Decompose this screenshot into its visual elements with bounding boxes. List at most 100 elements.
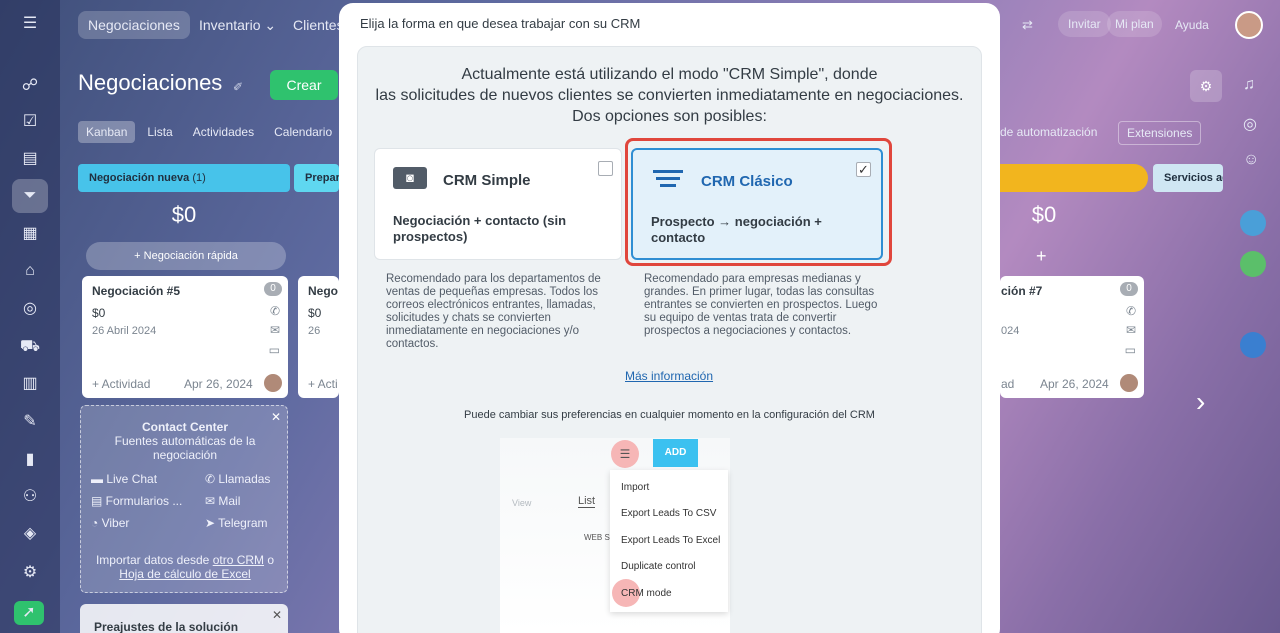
- deal-date-short: Apr 26, 2024: [1040, 377, 1109, 391]
- simple-description: Recomendado para los departamentos de ve…: [386, 273, 601, 350]
- crm-icon[interactable]: ⏷: [12, 179, 48, 213]
- menu-item-import[interactable]: Import: [621, 482, 649, 493]
- feed-icon[interactable]: ☍: [18, 74, 42, 98]
- item-label: Formularios ...: [105, 494, 183, 508]
- tab-kanban[interactable]: Kanban: [78, 121, 136, 143]
- deal-card[interactable]: ción #7 0 024 ✆ ✉ ▭ ad Apr 26, 2024: [1000, 276, 1144, 398]
- chevron-right-icon[interactable]: ›: [1196, 386, 1205, 418]
- more-info-link[interactable]: Más información: [625, 369, 713, 383]
- column-count: (1): [192, 172, 206, 184]
- help-button[interactable]: Ayuda: [1175, 18, 1209, 32]
- simple-checkbox[interactable]: [598, 161, 613, 176]
- deal-title[interactable]: Negociación #5: [92, 284, 180, 298]
- deal-card[interactable]: Nego $0 26 + Acti: [298, 276, 339, 398]
- other-crm-link[interactable]: otro CRM: [213, 553, 264, 567]
- column-sum: $0: [1031, 202, 1057, 227]
- menu-item-crm-mode[interactable]: CRM mode: [621, 588, 672, 599]
- store-icon[interactable]: ⌂: [18, 259, 42, 283]
- quick-deal-button[interactable]: + Negociación rápida: [86, 242, 286, 270]
- responsible-avatar[interactable]: [264, 374, 282, 392]
- crm-simple-option[interactable]: ◙ CRM Simple Negociación + contacto (sin…: [374, 148, 622, 260]
- create-button[interactable]: Crear: [270, 70, 338, 100]
- column-sum: $0: [171, 202, 197, 227]
- phone-icon[interactable]: ✆: [1126, 304, 1136, 318]
- extensions-button[interactable]: Extensiones: [1118, 121, 1202, 145]
- app-icon[interactable]: [1240, 210, 1266, 236]
- viber-item[interactable]: ◔ Viber: [91, 516, 129, 530]
- contacts-icon[interactable]: ▤: [18, 147, 42, 171]
- calendar-icon[interactable]: ▦: [18, 222, 42, 246]
- menu-item-export-csv[interactable]: Export Leads To CSV: [621, 508, 716, 519]
- deal-counter-badge: 0: [1120, 282, 1138, 296]
- plus-icon[interactable]: +: [1036, 246, 1047, 267]
- deal-date: 024: [1001, 325, 1020, 337]
- mail-icon: ✉: [205, 494, 219, 508]
- bell-icon[interactable]: ♫: [1243, 76, 1255, 94]
- app-icon[interactable]: [1240, 332, 1266, 358]
- tab-clientes[interactable]: Clientes: [293, 17, 339, 33]
- chat-icon[interactable]: ▭: [269, 343, 280, 357]
- analytics-icon[interactable]: ▮: [18, 448, 42, 472]
- pen-icon[interactable]: ✎: [18, 410, 42, 434]
- add-activity-link[interactable]: + Actividad: [92, 377, 150, 391]
- phone-icon[interactable]: ✆: [270, 304, 280, 318]
- document-icon[interactable]: ▥: [18, 372, 42, 396]
- responsible-avatar[interactable]: [1120, 374, 1138, 392]
- classic-checkbox[interactable]: ✓: [856, 162, 871, 177]
- telegram-item[interactable]: ➤ Telegram: [205, 516, 268, 530]
- rocket-icon[interactable]: ➚: [14, 601, 44, 625]
- close-icon[interactable]: ✕: [272, 608, 282, 622]
- settings-icon[interactable]: ⚙: [18, 561, 42, 585]
- list-menu-button[interactable]: ☰: [611, 440, 639, 468]
- excel-link[interactable]: Hoja de cálculo de Excel: [119, 567, 250, 581]
- mail-item[interactable]: ✉ Mail: [205, 494, 240, 508]
- contact-center-subtitle: Fuentes automáticas de la negociación: [114, 434, 256, 462]
- menu-item-export-excel[interactable]: Export Leads To Excel: [621, 535, 720, 546]
- classic-description: Recomendado para empresas medianas y gra…: [644, 273, 878, 337]
- calls-item[interactable]: ✆ Llamadas: [205, 472, 270, 486]
- phone-icon: ✆: [205, 472, 219, 486]
- import-or: o: [267, 553, 275, 567]
- box-icon[interactable]: ◈: [18, 522, 42, 546]
- automation-tab[interactable]: de automatización: [1000, 125, 1097, 139]
- list-label: List: [578, 495, 596, 508]
- add-button[interactable]: ADD: [653, 439, 698, 467]
- tab-calendario[interactable]: Calendario: [266, 121, 340, 143]
- target-icon[interactable]: ◎: [18, 297, 42, 321]
- menu-item-duplicate[interactable]: Duplicate control: [621, 561, 695, 572]
- target-icon[interactable]: ◎: [1243, 114, 1257, 134]
- tab-inventario[interactable]: Inventario ⌄: [199, 17, 276, 34]
- app-icon[interactable]: [1240, 251, 1266, 277]
- settings-icon[interactable]: ⚙: [1190, 70, 1222, 102]
- menu-icon[interactable]: ☰: [18, 12, 42, 36]
- mail-icon[interactable]: ✉: [270, 323, 280, 337]
- deal-amount: $0: [308, 306, 322, 320]
- crm-classic-option[interactable]: CRM Clásico ✓ Prospecto → negociación + …: [631, 148, 883, 260]
- deal-card[interactable]: Negociación #5 0 $0 26 Abril 2024 ✆ ✉ ▭ …: [82, 276, 288, 398]
- robot-icon[interactable]: ⚇: [18, 485, 42, 509]
- add-activity-link[interactable]: ad: [1001, 377, 1014, 391]
- tab-actividades[interactable]: Actividades: [185, 121, 262, 143]
- avatar[interactable]: [1235, 11, 1263, 39]
- forms-item[interactable]: ▤ Formularios ...: [91, 494, 182, 508]
- tab-lista[interactable]: Lista: [139, 121, 180, 143]
- option-subtitle: Prospecto → negociación + contacto: [651, 214, 822, 245]
- chat-icon[interactable]: ▭: [1125, 343, 1136, 357]
- tab-negociaciones[interactable]: Negociaciones: [78, 11, 190, 39]
- mail-icon[interactable]: ✉: [1126, 323, 1136, 337]
- swap-icon[interactable]: ⇄: [1022, 17, 1033, 33]
- deal-date-short: Apr 26, 2024: [184, 377, 253, 391]
- pin-icon[interactable]: ✐: [233, 80, 243, 94]
- plan-button[interactable]: Mi plan: [1107, 11, 1162, 37]
- column-title: Negociación nueva: [89, 172, 190, 184]
- tasks-icon[interactable]: ☑: [18, 110, 42, 134]
- cart-icon[interactable]: ⛟: [18, 335, 42, 359]
- live-chat-item[interactable]: ▬ Live Chat: [91, 472, 157, 486]
- presets-panel: ✕ Preajustes de la solución: [80, 604, 288, 633]
- item-label: Mail: [218, 494, 241, 508]
- add-activity-link[interactable]: + Acti: [308, 377, 338, 391]
- item-label: Live Chat: [106, 472, 158, 486]
- invite-button[interactable]: Invitar: [1058, 11, 1111, 37]
- intro-line: las solicitudes de nuevos clientes se co…: [375, 87, 964, 104]
- chat-bubble-icon[interactable]: ☺: [1243, 151, 1259, 169]
